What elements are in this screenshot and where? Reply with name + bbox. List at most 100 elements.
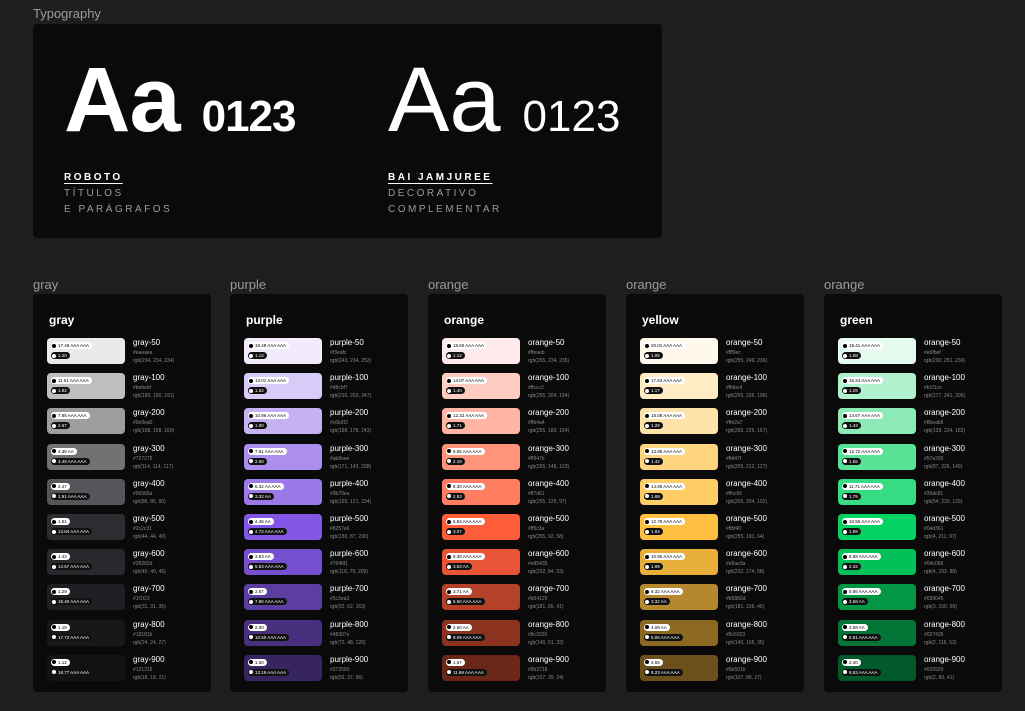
- color-swatch[interactable]: 4.46 AA 4.72 AAA AAA: [244, 514, 322, 540]
- color-swatch[interactable]: 7.85 AAA AAA 2.67: [47, 408, 125, 435]
- swatch-hex: #025929: [924, 666, 944, 673]
- color-swatch[interactable]: 13.01 AAA AAA 1.52: [244, 373, 322, 400]
- font-usage-line: COMPLEMENTAR: [388, 204, 502, 215]
- swatch-hex: #ff5c3a: [528, 526, 545, 532]
- contrast-ratio: 5.81 AAA AAA: [849, 634, 878, 640]
- swatch-name: purple-200: [330, 408, 369, 418]
- contrast-dot-icon: [645, 519, 649, 524]
- color-swatch[interactable]: 1.51 13.84 AAA AAA: [47, 514, 125, 540]
- color-swatch[interactable]: 16.08 AAA AAA 1.29: [640, 408, 718, 435]
- contrast-ratio: 1.79: [849, 493, 858, 499]
- color-swatch[interactable]: 16.24 AAA AAA 1.29: [838, 373, 916, 400]
- swatch-name: orange-400: [528, 478, 569, 488]
- color-swatch[interactable]: 18.60 AAA AAA 1.12: [442, 338, 520, 364]
- contrast-ratio: 1.99: [651, 564, 660, 570]
- palette-frame-label[interactable]: gray: [33, 277, 58, 292]
- contrast-dot-icon: [843, 589, 847, 594]
- color-swatch[interactable]: 19.41 AAA AAA 1.08: [838, 338, 916, 364]
- contrast-dot-icon: [843, 599, 847, 604]
- color-swatch[interactable]: 17.63 AAA AAA 1.17: [640, 373, 718, 400]
- contrast-badge: 14.07 AAA AAA: [446, 377, 488, 385]
- color-swatch[interactable]: 10.96 AAA AAA 1.90: [244, 408, 322, 435]
- contrast-dot-icon: [843, 625, 847, 630]
- color-swatch[interactable]: 4.09 AA 5.05 AAA AAA: [640, 619, 718, 646]
- color-swatch[interactable]: 7.81 AAA AAA 2.68: [244, 443, 322, 470]
- color-swatch[interactable]: 4.38 AA 4.49 AAA AAA: [47, 443, 125, 470]
- color-swatch[interactable]: 20.01 AAA AAA 1.05: [640, 338, 718, 364]
- color-swatch[interactable]: 12.78 AAA AAA 1.84: [640, 514, 718, 540]
- color-swatch[interactable]: 2.47 1.91 AAA AAA: [47, 478, 125, 505]
- swatch-hex: #ab8eee: [330, 455, 350, 462]
- swatch-name: orange-500: [924, 514, 965, 523]
- color-swatch[interactable]: 13.88 AAA AAA 1.42: [640, 443, 718, 470]
- color-swatch[interactable]: 10.55 AAA AAA 1.99: [838, 514, 916, 540]
- color-swatch[interactable]: 8.69 AAA AAA 2.42: [838, 549, 916, 576]
- color-swatch[interactable]: 8.30 AAA AAA 2.53: [442, 478, 520, 505]
- swatch-name: purple-400: [330, 478, 369, 488]
- palette-frame-label[interactable]: purple: [230, 277, 266, 292]
- contrast-ratio: 19.41 AAA AAA: [849, 343, 881, 348]
- swatch-name: orange-600: [528, 549, 569, 559]
- contrast-dot-icon: [52, 494, 56, 499]
- contrast-badge: 7.85 AAA AAA: [51, 412, 90, 420]
- swatch-name: purple-800: [330, 619, 369, 629]
- swatch-info: orange-900 #6b2718 rgb(107, 39, 24): [528, 655, 608, 682]
- color-swatch[interactable]: 11.51 AAA AAA 1.82: [47, 373, 125, 400]
- color-swatch[interactable]: 11.71 AAA AAA 1.79: [838, 478, 916, 505]
- swatch-name: orange-100: [528, 373, 569, 383]
- palette-frame-label[interactable]: orange: [824, 277, 864, 292]
- color-swatch[interactable]: 12.32 AAA AAA 1.71: [442, 408, 520, 435]
- color-swatch[interactable]: 6.32 AA AAA 3.32 AA: [244, 478, 322, 505]
- color-swatch[interactable]: 17.46 AAA AAA 1.20: [47, 338, 125, 364]
- color-swatch[interactable]: 1.67 11.69 AAA AAA: [442, 654, 520, 681]
- contrast-badge: 16.24 AAA AAA: [842, 377, 884, 385]
- swatch-name: orange-100: [726, 373, 767, 383]
- color-swatch[interactable]: 5.84 AAA AAA 3.07: [442, 514, 520, 540]
- specimen-digits: 0123: [201, 92, 297, 141]
- color-swatch[interactable]: 18.48 AAA AAA 1.14: [244, 338, 322, 364]
- contrast-dot-icon: [249, 494, 253, 499]
- contrast-badge: 8.23 AAA AAA: [644, 668, 683, 676]
- color-swatch[interactable]: 3.71 AA 5.60 AAA AAA: [442, 584, 520, 611]
- color-swatch[interactable]: 2.40 8.63 AAA AAA: [838, 654, 916, 681]
- swatch-name: orange-700: [924, 584, 965, 594]
- typography-frame-label[interactable]: Typography: [33, 6, 101, 21]
- color-swatch[interactable]: 10.55 AAA AAA 1.99: [640, 549, 718, 576]
- color-swatch[interactable]: 8.65 AAA AAA 2.19: [442, 443, 520, 470]
- color-swatch[interactable]: 6.32 AAA AAA 3.32 AA: [640, 584, 718, 611]
- contrast-dot-icon: [52, 529, 56, 534]
- palette-panel-yellow: yellow 20.01 AAA AAA 1.05 orange-50 #fff9ec r…: [626, 294, 804, 692]
- palette-frame-label[interactable]: orange: [428, 277, 468, 292]
- color-swatch[interactable]: 1.29 16.40 AAA AAA: [47, 584, 125, 611]
- color-swatch[interactable]: 5.86 AAA AAA 3.58 AA: [838, 584, 916, 611]
- contrast-badge: 4.09 AA: [644, 623, 670, 631]
- font-roboto-block: Aa 0123 ROBOTO TÍTULOS E PARÁGRAFOS: [64, 54, 296, 218]
- color-swatch[interactable]: 5.30 AAA AAA 3.63 AA: [442, 549, 520, 576]
- contrast-badge: 10.55 AAA AAA: [842, 518, 884, 525]
- contrast-badge: 3.58 AA: [842, 598, 868, 606]
- color-swatch[interactable]: 12.72 AAA AAA 1.65: [838, 443, 916, 470]
- color-swatch[interactable]: 14.07 AAA AAA 1.40: [442, 373, 520, 400]
- swatch-rgb: rgb(4, 192, 88): [924, 569, 957, 576]
- contrast-dot-icon: [645, 449, 649, 454]
- color-swatch[interactable]: 1.43 14.67 AAA AAA: [47, 549, 125, 576]
- color-swatch[interactable]: 1.60 13.19 AAA AAA: [244, 654, 322, 681]
- color-swatch[interactable]: 1.12 18.77 AAA AAA: [47, 654, 125, 681]
- color-swatch[interactable]: 2.50 AA 8.09 AAA AAA: [442, 619, 520, 646]
- color-swatch[interactable]: 2.55 8.23 AAA AAA: [640, 654, 718, 681]
- color-swatch[interactable]: 14.88 AAA AAA 1.69: [640, 478, 718, 505]
- palette-frame-label[interactable]: orange: [626, 277, 666, 292]
- contrast-dot-icon: [52, 343, 56, 348]
- color-swatch[interactable]: 2.00 10.50 AAA AAA: [244, 619, 322, 646]
- contrast-ratio: 5.84 AAA AAA: [453, 519, 482, 524]
- color-swatch[interactable]: 3.83 AA 5.53 AAA AAA: [244, 549, 322, 576]
- color-swatch[interactable]: 14.67 AAA AAA 1.43: [838, 408, 916, 435]
- swatch-rgb: rgb(140, 51, 32): [528, 639, 564, 646]
- contrast-ratio: 3.32 AA: [651, 599, 667, 605]
- color-swatch[interactable]: 3.59 AA 5.81 AAA AAA: [838, 619, 916, 646]
- contrast-dot-icon: [843, 353, 847, 358]
- color-swatch[interactable]: 1.19 17.72 AAA AAA: [47, 619, 125, 646]
- color-swatch[interactable]: 2.67 7.86 AAA AAA: [244, 584, 322, 611]
- palette-title: yellow: [642, 313, 679, 327]
- palette-title: green: [840, 313, 873, 327]
